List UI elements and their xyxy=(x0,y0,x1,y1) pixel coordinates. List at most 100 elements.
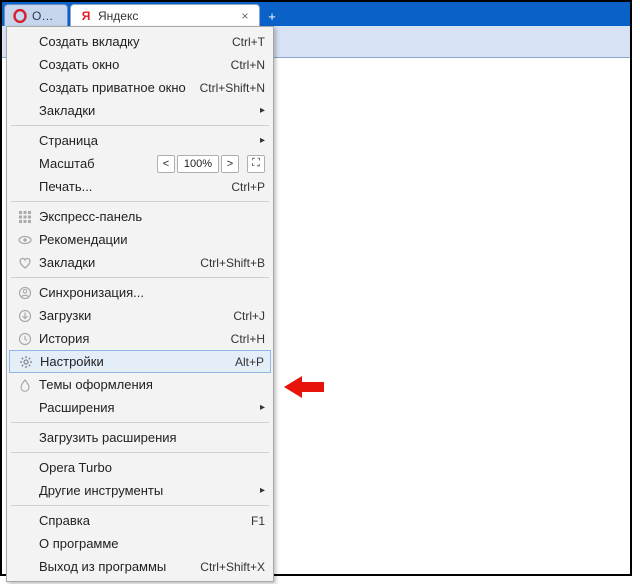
menu-separator xyxy=(11,125,269,126)
clock-icon xyxy=(15,331,35,347)
menu-help-shortcut: F1 xyxy=(243,514,265,528)
opera-main-menu: Создать вкладку Ctrl+T Создать окно Ctrl… xyxy=(6,26,274,582)
new-tab-button[interactable]: + xyxy=(262,6,282,26)
menu-separator xyxy=(11,422,269,423)
menu-recommendations-label: Рекомендации xyxy=(35,232,265,247)
chevron-right-icon: ▸ xyxy=(253,402,265,413)
heart-icon xyxy=(15,255,35,271)
blank-icon xyxy=(15,103,35,119)
blank-icon xyxy=(15,559,35,575)
menu-separator xyxy=(11,201,269,202)
menu-history-shortcut: Ctrl+H xyxy=(223,332,265,346)
browser-window: Opera Я Яндекс × + Создать вкладку Ctrl+… xyxy=(0,0,632,576)
menu-new-private-window-shortcut: Ctrl+Shift+N xyxy=(192,81,265,95)
menu-speed-dial-label: Экспресс-панель xyxy=(35,209,265,224)
menu-sync[interactable]: Синхронизация... xyxy=(9,281,271,304)
menu-get-extensions[interactable]: Загрузить расширения xyxy=(9,426,271,449)
zoom-controls: < 100% > ⛶ xyxy=(157,155,265,173)
menu-history-label: История xyxy=(35,331,223,346)
fullscreen-button[interactable]: ⛶ xyxy=(247,155,265,173)
menu-speed-dial[interactable]: Экспресс-панель xyxy=(9,205,271,228)
menu-sync-label: Синхронизация... xyxy=(35,285,265,300)
tab-opera-label: Opera xyxy=(32,9,59,23)
menu-bookmarks-shortcut: Ctrl+Shift+B xyxy=(192,256,265,270)
menu-new-tab[interactable]: Создать вкладку Ctrl+T xyxy=(9,30,271,53)
menu-extensions-submenu[interactable]: Расширения ▸ xyxy=(9,396,271,419)
menu-separator xyxy=(11,452,269,453)
menu-help-label: Справка xyxy=(35,513,243,528)
menu-page-submenu[interactable]: Страница ▸ xyxy=(9,129,271,152)
blank-icon xyxy=(15,483,35,499)
menu-themes-label: Темы оформления xyxy=(35,377,265,392)
blank-icon xyxy=(15,460,35,476)
plus-icon: + xyxy=(268,9,276,24)
menu-opera-turbo-label: Opera Turbo xyxy=(35,460,265,475)
tab-yandex-label: Яндекс xyxy=(98,9,235,23)
menu-separator xyxy=(11,505,269,506)
chevron-right-icon: ▸ xyxy=(253,105,265,116)
menu-separator xyxy=(11,277,269,278)
menu-about[interactable]: О программе xyxy=(9,532,271,555)
close-icon[interactable]: × xyxy=(239,10,251,22)
menu-page-submenu-label: Страница xyxy=(35,133,253,148)
menu-extensions-submenu-label: Расширения xyxy=(35,400,253,415)
zoom-out-button[interactable]: < xyxy=(157,155,175,173)
blank-icon xyxy=(15,80,35,96)
menu-new-tab-label: Создать вкладку xyxy=(35,34,224,49)
menu-history[interactable]: История Ctrl+H xyxy=(9,327,271,350)
menu-new-private-window-label: Создать приватное окно xyxy=(35,80,192,95)
zoom-value: 100% xyxy=(177,155,219,173)
menu-print-shortcut: Ctrl+P xyxy=(223,180,265,194)
menu-print-label: Печать... xyxy=(35,179,223,194)
tab-yandex[interactable]: Я Яндекс × xyxy=(70,4,260,26)
menu-opera-turbo[interactable]: Opera Turbo xyxy=(9,456,271,479)
menu-bookmarks[interactable]: Закладки Ctrl+Shift+B xyxy=(9,251,271,274)
blank-icon xyxy=(15,133,35,149)
eye-icon xyxy=(15,232,35,248)
menu-bookmarks-label: Закладки xyxy=(35,255,192,270)
menu-about-label: О программе xyxy=(35,536,265,551)
menu-downloads-label: Загрузки xyxy=(35,308,225,323)
menu-other-tools-label: Другие инструменты xyxy=(35,483,253,498)
menu-exit-label: Выход из программы xyxy=(35,559,192,574)
menu-zoom-label: Масштаб xyxy=(35,156,157,171)
tab-opera-menu[interactable]: Opera xyxy=(4,4,68,26)
menu-settings[interactable]: Настройки Alt+P xyxy=(9,350,271,373)
menu-exit-shortcut: Ctrl+Shift+X xyxy=(192,560,265,574)
menu-settings-label: Настройки xyxy=(36,354,227,369)
droplet-icon xyxy=(15,377,35,393)
blank-icon xyxy=(15,430,35,446)
blank-icon xyxy=(15,536,35,552)
user-icon xyxy=(15,285,35,301)
menu-other-tools[interactable]: Другие инструменты ▸ xyxy=(9,479,271,502)
blank-icon xyxy=(15,513,35,529)
menu-get-extensions-label: Загрузить расширения xyxy=(35,430,265,445)
menu-help[interactable]: Справка F1 xyxy=(9,509,271,532)
menu-themes[interactable]: Темы оформления xyxy=(9,373,271,396)
menu-downloads-shortcut: Ctrl+J xyxy=(225,309,265,323)
menu-bookmarks-submenu[interactable]: Закладки ▸ xyxy=(9,99,271,122)
yandex-icon: Я xyxy=(79,9,93,23)
blank-icon xyxy=(15,400,35,416)
menu-settings-shortcut: Alt+P xyxy=(227,355,264,369)
menu-new-tab-shortcut: Ctrl+T xyxy=(224,35,265,49)
menu-recommendations[interactable]: Рекомендации xyxy=(9,228,271,251)
blank-icon xyxy=(15,34,35,50)
zoom-in-button[interactable]: > xyxy=(221,155,239,173)
menu-downloads[interactable]: Загрузки Ctrl+J xyxy=(9,304,271,327)
gear-icon xyxy=(16,354,36,370)
tab-strip: Opera Я Яндекс × + xyxy=(2,2,630,26)
grid-icon xyxy=(15,209,35,225)
menu-print[interactable]: Печать... Ctrl+P xyxy=(9,175,271,198)
chevron-right-icon: ▸ xyxy=(253,485,265,496)
blank-icon xyxy=(15,57,35,73)
blank-icon xyxy=(15,179,35,195)
menu-exit[interactable]: Выход из программы Ctrl+Shift+X xyxy=(9,555,271,578)
menu-new-private-window[interactable]: Создать приватное окно Ctrl+Shift+N xyxy=(9,76,271,99)
download-icon xyxy=(15,308,35,324)
menu-zoom: Масштаб < 100% > ⛶ xyxy=(9,152,271,175)
menu-new-window-shortcut: Ctrl+N xyxy=(223,58,265,72)
menu-bookmarks-submenu-label: Закладки xyxy=(35,103,253,118)
chevron-right-icon: ▸ xyxy=(253,135,265,146)
menu-new-window[interactable]: Создать окно Ctrl+N xyxy=(9,53,271,76)
